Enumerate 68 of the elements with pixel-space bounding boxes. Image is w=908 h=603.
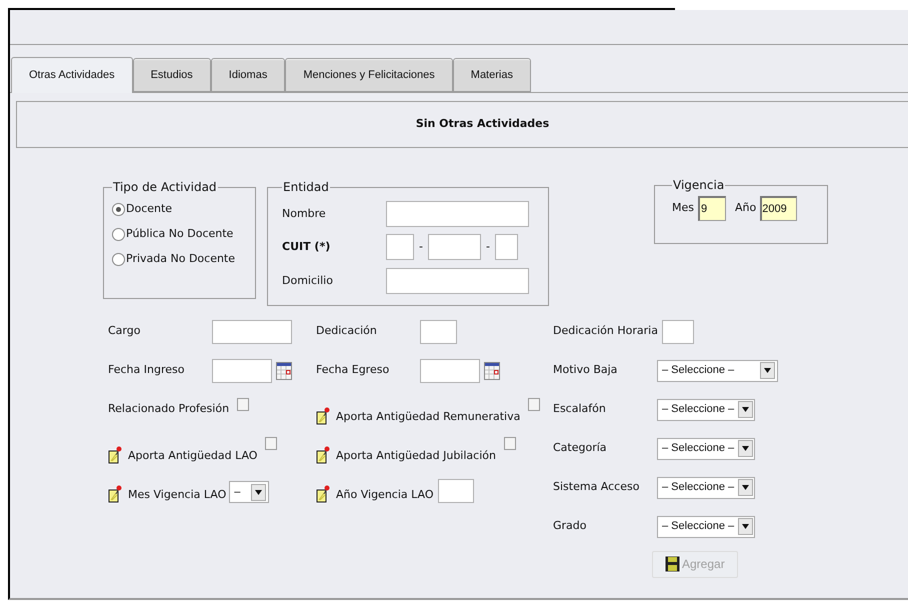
- text-field[interactable]: [420, 320, 457, 344]
- note-pin-icon: [316, 446, 330, 464]
- radio-option[interactable]: Privada No Docente: [112, 248, 255, 270]
- note-pin-icon: [108, 485, 122, 503]
- dropdown[interactable]: –: [229, 481, 270, 503]
- checkbox[interactable]: [265, 437, 278, 450]
- field-label: Fecha Ingreso: [108, 362, 184, 378]
- field-label: Cargo: [108, 323, 140, 340]
- note-pin-icon: [108, 446, 122, 464]
- field-label: Aporta Antigüedad LAO: [128, 448, 258, 464]
- field-label: Escalafón: [553, 401, 606, 418]
- checkbox[interactable]: [528, 398, 540, 411]
- tab[interactable]: Menciones y Felicitaciones: [285, 58, 453, 92]
- calendar-icon[interactable]: [484, 362, 500, 380]
- note-pin-icon: [316, 407, 330, 425]
- field-label: Aporta Antigüedad Remunerativa: [336, 408, 520, 424]
- group-legend: Vigencia: [672, 176, 726, 194]
- field-label: Mes Vigencia LAO: [128, 486, 226, 502]
- field-label: Domicilio: [282, 272, 334, 289]
- field-label: Año Vigencia LAO: [336, 486, 434, 502]
- checkbox[interactable]: [237, 398, 250, 411]
- cuit-check-field[interactable]: [495, 234, 518, 260]
- text-field[interactable]: [662, 320, 694, 344]
- field-label: Categoría: [553, 440, 607, 456]
- text-field[interactable]: [438, 479, 474, 503]
- cuit-prefix-field[interactable]: [386, 234, 414, 260]
- field-label: Aporta Antigüedad Jubilación: [336, 448, 496, 464]
- field-label: Mes: [672, 200, 694, 216]
- field-label: Dedicación: [316, 323, 377, 340]
- separator-dash: -: [485, 238, 491, 255]
- radio-button[interactable]: [112, 252, 125, 266]
- field-label: Dedicación Horaria: [553, 323, 658, 340]
- checkbox[interactable]: [504, 437, 516, 450]
- field-label: Motivo Baja: [553, 362, 618, 378]
- dropdown[interactable]: – Seleccione –: [657, 398, 755, 420]
- calendar-icon[interactable]: [276, 362, 292, 380]
- text-field[interactable]: [212, 320, 292, 344]
- tab[interactable]: Estudios: [132, 58, 211, 92]
- separator-dash: -: [418, 238, 424, 255]
- dropdown[interactable]: – Seleccione –: [657, 516, 755, 538]
- radio-option[interactable]: Docente: [112, 198, 255, 220]
- month-field[interactable]: 9: [698, 196, 726, 221]
- tab[interactable]: Idiomas: [210, 58, 286, 92]
- group-legend: Entidad: [282, 178, 330, 196]
- radio-button[interactable]: [112, 228, 125, 240]
- note-pin-icon: [316, 485, 330, 503]
- message-banner: Sin Otras Actividades: [16, 101, 908, 148]
- cuit-number-field[interactable]: [428, 234, 481, 260]
- radio-button[interactable]: [112, 202, 125, 216]
- year-field[interactable]: 2009: [760, 196, 798, 221]
- date-field[interactable]: [420, 358, 480, 382]
- group-legend: Tipo de Actividad: [112, 178, 218, 196]
- field-label: CUIT (*): [282, 238, 332, 255]
- field-label: Fecha Egreso: [316, 362, 390, 378]
- date-field[interactable]: [212, 358, 272, 382]
- dropdown[interactable]: – Seleccione –: [657, 360, 778, 382]
- name-field[interactable]: [386, 201, 529, 227]
- radio-option[interactable]: Pública No Docente: [112, 223, 255, 245]
- field-label: Nombre: [282, 206, 327, 222]
- field-label: Grado: [553, 518, 586, 534]
- tab[interactable]: Materias: [452, 58, 531, 92]
- dropdown[interactable]: – Seleccione –: [657, 476, 755, 498]
- field-label: Año: [735, 200, 756, 216]
- field-label: Relacionado Profesión: [108, 401, 230, 418]
- tab[interactable]: Otras Actividades: [11, 57, 133, 93]
- field-label: Sistema Acceso: [553, 479, 640, 496]
- address-field[interactable]: [386, 268, 529, 294]
- dropdown[interactable]: – Seleccione –: [657, 438, 755, 460]
